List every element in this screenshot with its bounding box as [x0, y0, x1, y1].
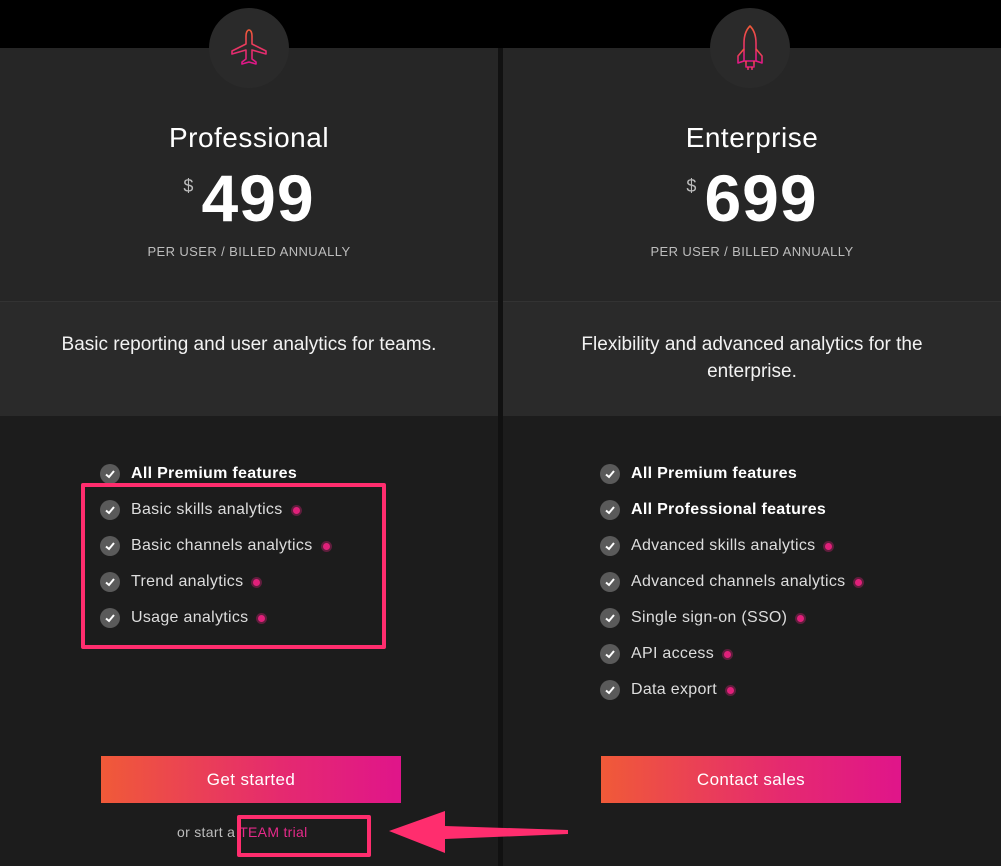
- feature-list: All Premium features Basic skills analyt…: [100, 456, 330, 636]
- feature-label: Advanced channels analytics: [631, 573, 846, 590]
- pricing-card-professional: Professional $ 499 PER USER / BILLED ANN…: [0, 8, 498, 866]
- new-feature-dot-icon: [727, 686, 735, 694]
- feature-label: All Professional features: [631, 501, 827, 518]
- new-feature-dot-icon: [258, 614, 266, 622]
- price: $ 499: [0, 158, 498, 238]
- plan-description: Flexibility and advanced analytics for t…: [581, 334, 923, 382]
- new-feature-dot-icon: [253, 578, 261, 586]
- check-icon: [600, 680, 620, 700]
- check-icon: [600, 572, 620, 592]
- check-icon: [100, 464, 120, 484]
- trial-prefix: or start a: [177, 824, 236, 840]
- feature-label: Advanced skills analytics: [631, 537, 816, 554]
- feature-label: Data export: [631, 681, 718, 698]
- get-started-button[interactable]: Get started: [101, 756, 401, 803]
- check-icon: [600, 644, 620, 664]
- plan-name: Enterprise: [685, 122, 819, 153]
- feature-item: Basic skills analytics: [100, 492, 330, 528]
- feature-item: Advanced channels analytics: [600, 564, 863, 600]
- feature-item: Usage analytics: [100, 600, 330, 636]
- feature-label: All Premium features: [631, 465, 798, 482]
- contact-sales-button[interactable]: Contact sales: [601, 756, 901, 803]
- check-icon: [100, 536, 120, 556]
- check-icon: [100, 500, 120, 520]
- check-icon: [600, 608, 620, 628]
- price-amount: 499: [201, 161, 315, 235]
- feature-item: All Premium features: [100, 456, 330, 492]
- billing-note: PER USER / BILLED ANNUALLY: [650, 244, 854, 259]
- currency-symbol: $: [686, 176, 697, 196]
- new-feature-dot-icon: [724, 650, 732, 658]
- feature-label: All Premium features: [131, 465, 298, 482]
- billing-note: PER USER / BILLED ANNUALLY: [147, 244, 351, 259]
- plan-name: Professional: [168, 122, 330, 153]
- feature-list: All Premium features All Professional fe…: [600, 456, 863, 708]
- feature-label: Basic skills analytics: [131, 501, 283, 518]
- new-feature-dot-icon: [855, 578, 863, 586]
- feature-item: Single sign-on (SSO): [600, 600, 862, 636]
- price: $ 699: [503, 158, 1001, 238]
- pricing-card-enterprise: Enterprise $ 699 PER USER / BILLED ANNUA…: [503, 8, 1001, 866]
- check-icon: [600, 500, 620, 520]
- check-icon: [100, 608, 120, 628]
- feature-item: All Premium features: [600, 456, 862, 492]
- new-feature-dot-icon: [322, 542, 330, 550]
- feature-item: Trend analytics: [100, 564, 330, 600]
- feature-item: All Professional features: [600, 492, 862, 528]
- feature-item: Basic channels analytics: [100, 528, 330, 564]
- airplane-icon: [209, 8, 289, 88]
- rocket-icon: [710, 8, 790, 88]
- feature-label: Basic channels analytics: [131, 537, 313, 554]
- feature-item: Advanced skills analytics: [600, 528, 862, 564]
- feature-item: Data export: [600, 672, 862, 708]
- card-description-band: [0, 302, 498, 416]
- feature-label: API access: [631, 645, 715, 662]
- price-amount: 699: [704, 161, 818, 235]
- check-icon: [100, 572, 120, 592]
- new-feature-dot-icon: [292, 506, 300, 514]
- currency-symbol: $: [183, 176, 194, 196]
- check-icon: [600, 536, 620, 556]
- plan-description: Basic reporting and user analytics for t…: [61, 334, 437, 355]
- feature-label: Trend analytics: [131, 573, 244, 590]
- new-feature-dot-icon: [825, 542, 833, 550]
- feature-label: Single sign-on (SSO): [631, 609, 788, 626]
- feature-label: Usage analytics: [131, 609, 249, 626]
- team-trial-link[interactable]: TEAM trial: [239, 824, 307, 840]
- new-feature-dot-icon: [797, 614, 805, 622]
- feature-item: API access: [600, 636, 862, 672]
- check-icon: [600, 464, 620, 484]
- trial-text: or start a TEAM trial: [177, 824, 308, 840]
- arrow-annotation-icon: [389, 811, 568, 853]
